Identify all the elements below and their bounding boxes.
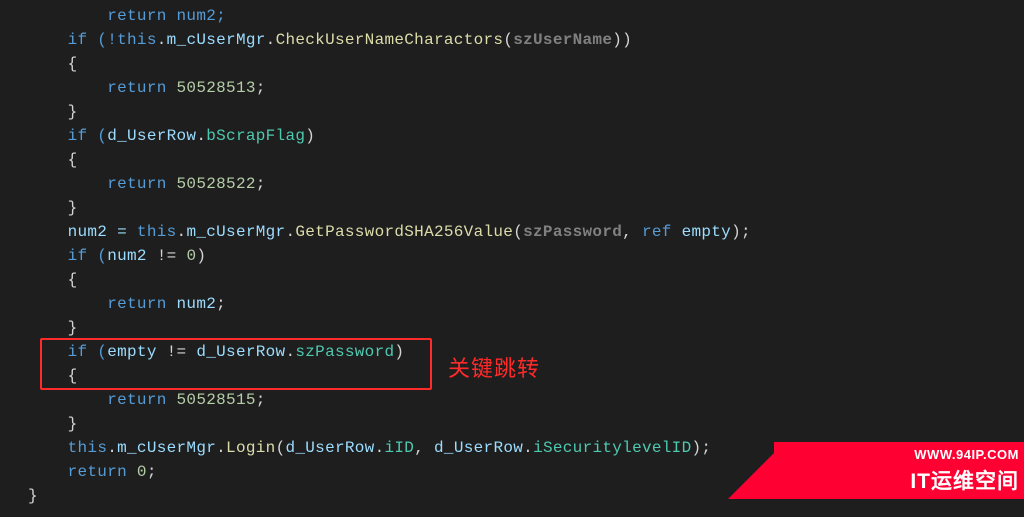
annotation-label: 关键跳转: [448, 352, 540, 385]
code-line: {: [28, 148, 1024, 172]
code-line: if (d_UserRow.bScrapFlag): [28, 124, 1024, 148]
code-line: }: [28, 196, 1024, 220]
code-line: if (!this.m_cUserMgr.CheckUserNameCharac…: [28, 28, 1024, 52]
code-line: }: [28, 316, 1024, 340]
code-line: return 50528522;: [28, 172, 1024, 196]
code-line: return 50528513;: [28, 76, 1024, 100]
code-line: return 50528515;: [28, 388, 1024, 412]
code-line: {: [28, 52, 1024, 76]
watermark-brand: IT运维空间: [774, 466, 1024, 500]
code-line: if (num2 != 0): [28, 244, 1024, 268]
watermark-triangle-icon: [728, 453, 774, 499]
code-editor[interactable]: return num2; if (!this.m_cUserMgr.CheckU…: [0, 0, 1024, 508]
code-line: }: [28, 100, 1024, 124]
code-line: }: [28, 412, 1024, 436]
watermark-banner: WWW.94IP.COM IT运维空间: [774, 442, 1024, 499]
code-line: num2 = this.m_cUserMgr.GetPasswordSHA256…: [28, 220, 1024, 244]
code-line: {: [28, 268, 1024, 292]
code-line: return num2;: [28, 292, 1024, 316]
code-line: return num2;: [28, 4, 1024, 28]
watermark-url: WWW.94IP.COM: [774, 442, 1024, 466]
